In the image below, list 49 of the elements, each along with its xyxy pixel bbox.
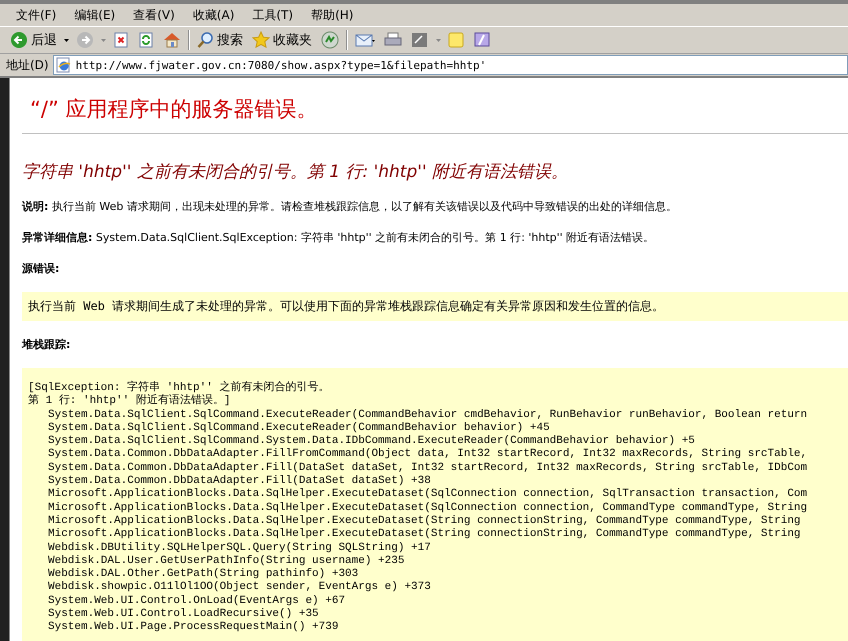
stack-frame-line: Webdisk.DAL.Other.GetPath(String pathinfo) +303 <box>47 568 360 581</box>
exception-line: [SqlException: 字符串 'hhtp'' 之前有未闭合的引号。 <box>28 382 330 394</box>
favorites-button[interactable]: 收藏夹 <box>250 29 314 51</box>
exception-line: 第 1 行: 'hhtp'' 附近有语法错误。] <box>28 395 232 409</box>
menu-item[interactable]: 帮助(H) <box>303 6 364 24</box>
dropdown-arrow-icon[interactable] <box>64 38 69 42</box>
home-icon[interactable] <box>163 31 181 49</box>
refresh-icon[interactable] <box>138 32 154 48</box>
source-error-text: 执行当前 Web 请求期间生成了未处理的异常。可以使用下面的异常堆栈跟踪信息确定有关异常原因和发生位置的信息。 <box>28 299 664 313</box>
menu-item[interactable]: 文件(F) <box>8 6 66 24</box>
source-error-label: 源错误: <box>22 261 60 276</box>
mail-icon[interactable] <box>355 32 375 48</box>
error-heading: 字符串 'hhtp'' 之前有未闭合的引号。第 1 行: 'hhtp'' 附近有语法错误。 <box>22 161 570 183</box>
stack-frame-line: System.Data.Common.DbDataAdapter.Fill(DataSet dataSet, Int32 startRecord, Int32 maxRecords, String srcTable, IDbCom <box>47 462 808 475</box>
menu-item[interactable]: 查看(V) <box>125 6 185 24</box>
stack-frame-line: System.Data.SqlClient.SqlCommand.ExecuteReader(CommandBehavior behavior) +45 <box>47 422 551 435</box>
stack-frame-line: Microsoft.ApplicationBlocks.Data.SqlHelper.ExecuteDataset(String connectionString, CommandType commandType, String <box>47 528 802 542</box>
stack-frame-line: Microsoft.ApplicationBlocks.Data.SqlHelper.ExecuteDataset(SqlConnection connection, SqlTransaction transaction, Com <box>47 488 808 502</box>
menu-item[interactable]: 收藏(A) <box>184 6 244 24</box>
stack-frame-line: System.Web.UI.Page.ProcessRequestMain() +739 <box>47 621 340 635</box>
messenger-icon[interactable] <box>473 31 491 49</box>
menu-item[interactable]: 工具(T) <box>244 6 304 24</box>
print-icon[interactable] <box>384 32 402 48</box>
stack-frame-line: Webdisk.DBUtility.SQLHelperSQL.Query(String SQLString) +17 <box>47 542 432 555</box>
stack-frame-line: System.Web.UI.Control.LoadRecursive() +35 <box>47 608 320 621</box>
stop-icon[interactable] <box>113 32 129 48</box>
stack-frame-line: System.Data.SqlClient.SqlCommand.System.Data.IDbCommand.ExecuteReader(CommandBehavior behavior) +5 <box>47 435 696 448</box>
stack-frame-line: System.Data.Common.DbDataAdapter.FillFromCommand(Object data, Int32 startRecord, Int32 maxRecords, String srcTable, <box>47 448 808 462</box>
page-icon <box>56 57 72 73</box>
stack-frame-line: System.Web.UI.Control.OnLoad(EventArgs e) +67 <box>47 594 346 608</box>
address-field[interactable]: http://www.fjwater.gov.cn:7080/show.aspx?type=1&filepath=hhtp' <box>52 55 848 75</box>
address-label: 地址(D) <box>6 56 49 74</box>
star-icon <box>252 31 270 49</box>
stack-frame-line: System.Data.SqlClient.SqlCommand.ExecuteReader(CommandBehavior cmdBehavior, RunBehavior runBehavior, Boolean return <box>47 408 808 422</box>
media-icon[interactable] <box>321 31 339 49</box>
exception-details-text: 异常详细信息: System.Data.SqlClient.SqlException: 字符串 'hhtp'' 之前有未闭合的引号。第 1 行: 'hhtp'' 附近有语法错误。 <box>22 230 656 245</box>
search-icon <box>197 32 214 48</box>
stack-trace-label: 堆栈跟踪: <box>22 337 72 352</box>
page-title: “/” 应用程序中的服务器错误。 <box>30 96 319 123</box>
stack-frame-line: System.Data.Common.DbDataAdapter.Fill(DataSet dataSet) +38 <box>47 475 432 488</box>
back-button[interactable]: 后退 <box>8 29 59 51</box>
stack-frame-line: Microsoft.ApplicationBlocks.Data.SqlHelper.ExecuteDataset(SqlConnection connection, CommandType commandType, String <box>47 502 808 515</box>
stack-frame-line: Microsoft.ApplicationBlocks.Data.SqlHelper.ExecuteDataset(String connectionString, CommandType commandType, String <box>47 514 802 528</box>
description-text: 说明: 执行当前 Web 请求期间，出现未处理的异常。请检查堆栈跟踪信息，以了解有关该错误以及代码中导致错误的出处的详细信息。 <box>22 199 678 214</box>
menu-item[interactable]: 编辑(E) <box>66 6 126 24</box>
search-button[interactable]: 搜索 <box>195 29 245 51</box>
stack-frame-line: Webdisk.showpic.O11lOl1OO(Object sender, EventArgs e) +373 <box>47 581 432 595</box>
edit-icon[interactable] <box>411 32 429 48</box>
stack-frame-line: Webdisk.DAL.User.GetUserPathInfo(String username) +235 <box>47 554 406 568</box>
